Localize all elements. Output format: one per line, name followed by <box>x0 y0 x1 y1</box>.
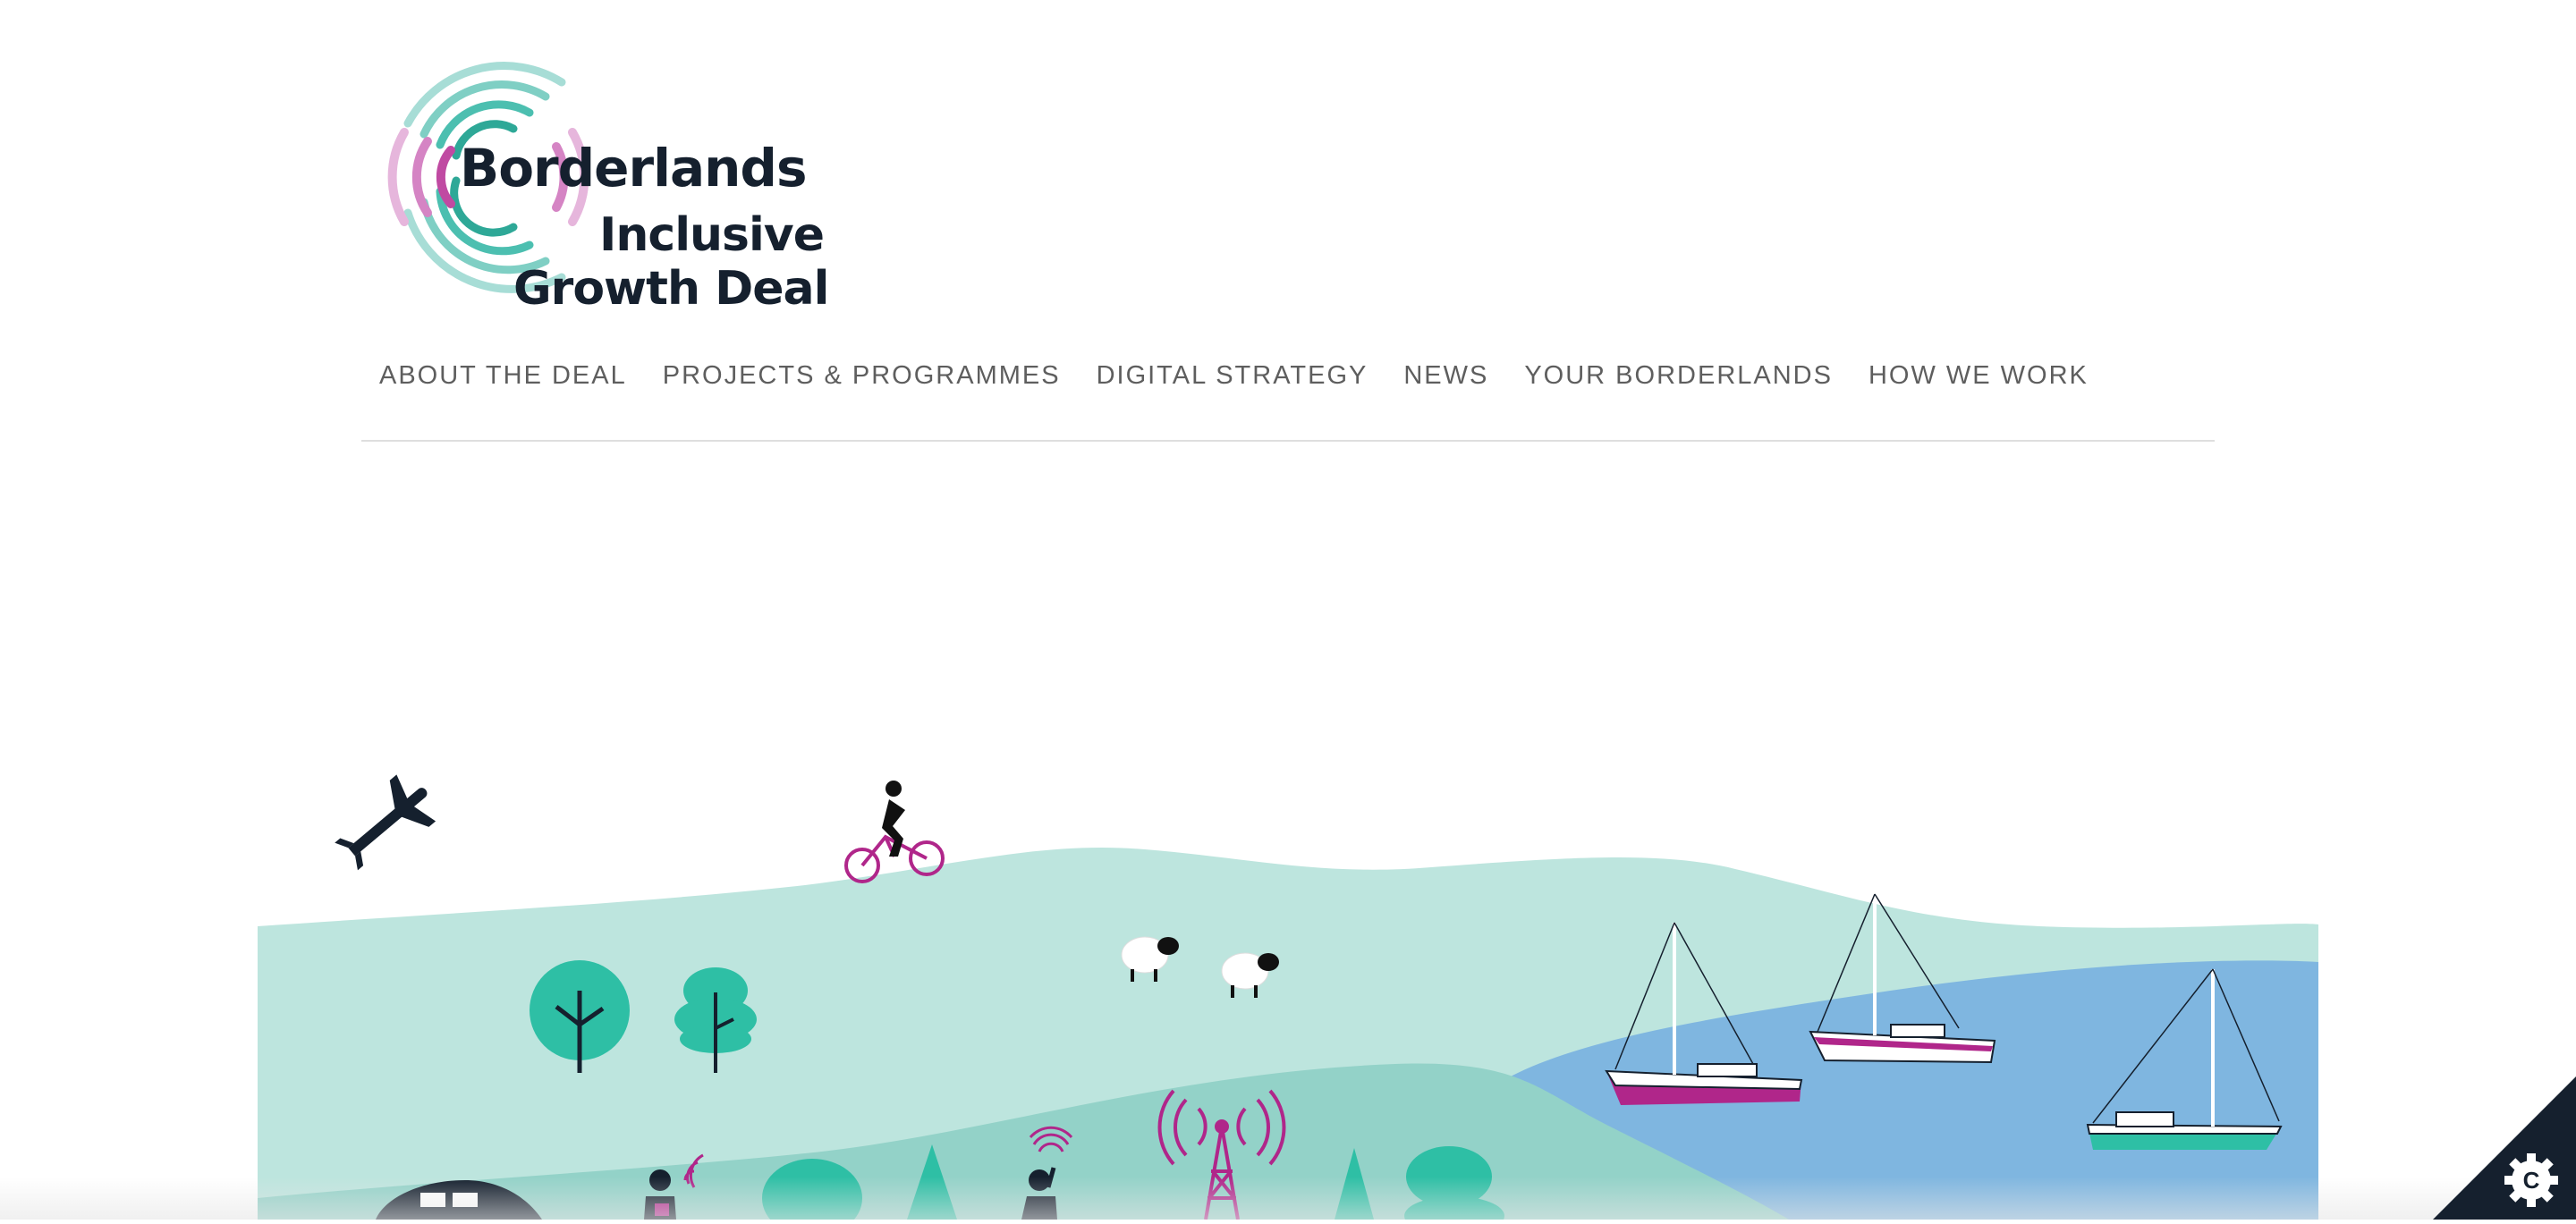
logo-text-inclusive: Inclusive <box>599 208 825 262</box>
cookie-settings-button[interactable]: C <box>2433 1076 2576 1220</box>
main-navigation: ABOUT THE DEAL PROJECTS & PROGRAMMES DIG… <box>361 350 2106 401</box>
nav-item-about-the-deal[interactable]: ABOUT THE DEAL <box>361 350 645 401</box>
header-divider <box>361 440 2215 442</box>
logo-text-borderlands: Borderlands <box>460 138 807 198</box>
site-logo[interactable]: Borderlands Inclusive Growth Deal <box>369 61 829 320</box>
cookie-settings-icon: C <box>2504 1153 2558 1207</box>
nav-item-news[interactable]: NEWS <box>1385 350 1506 401</box>
nav-item-digital-strategy[interactable]: DIGITAL STRATEGY <box>1079 350 1386 401</box>
logo-text-growth-deal: Growth Deal <box>513 262 829 316</box>
hero-landscape-illustration <box>258 774 2318 1220</box>
plane-icon <box>335 774 436 871</box>
nav-item-how-we-work[interactable]: HOW WE WORK <box>1851 350 2106 401</box>
nav-item-your-borderlands[interactable]: YOUR BORDERLANDS <box>1506 350 1851 401</box>
svg-text:C: C <box>2523 1167 2540 1194</box>
nav-item-projects-programmes[interactable]: PROJECTS & PROGRAMMES <box>645 350 1079 401</box>
cyclist-icon <box>844 781 945 883</box>
